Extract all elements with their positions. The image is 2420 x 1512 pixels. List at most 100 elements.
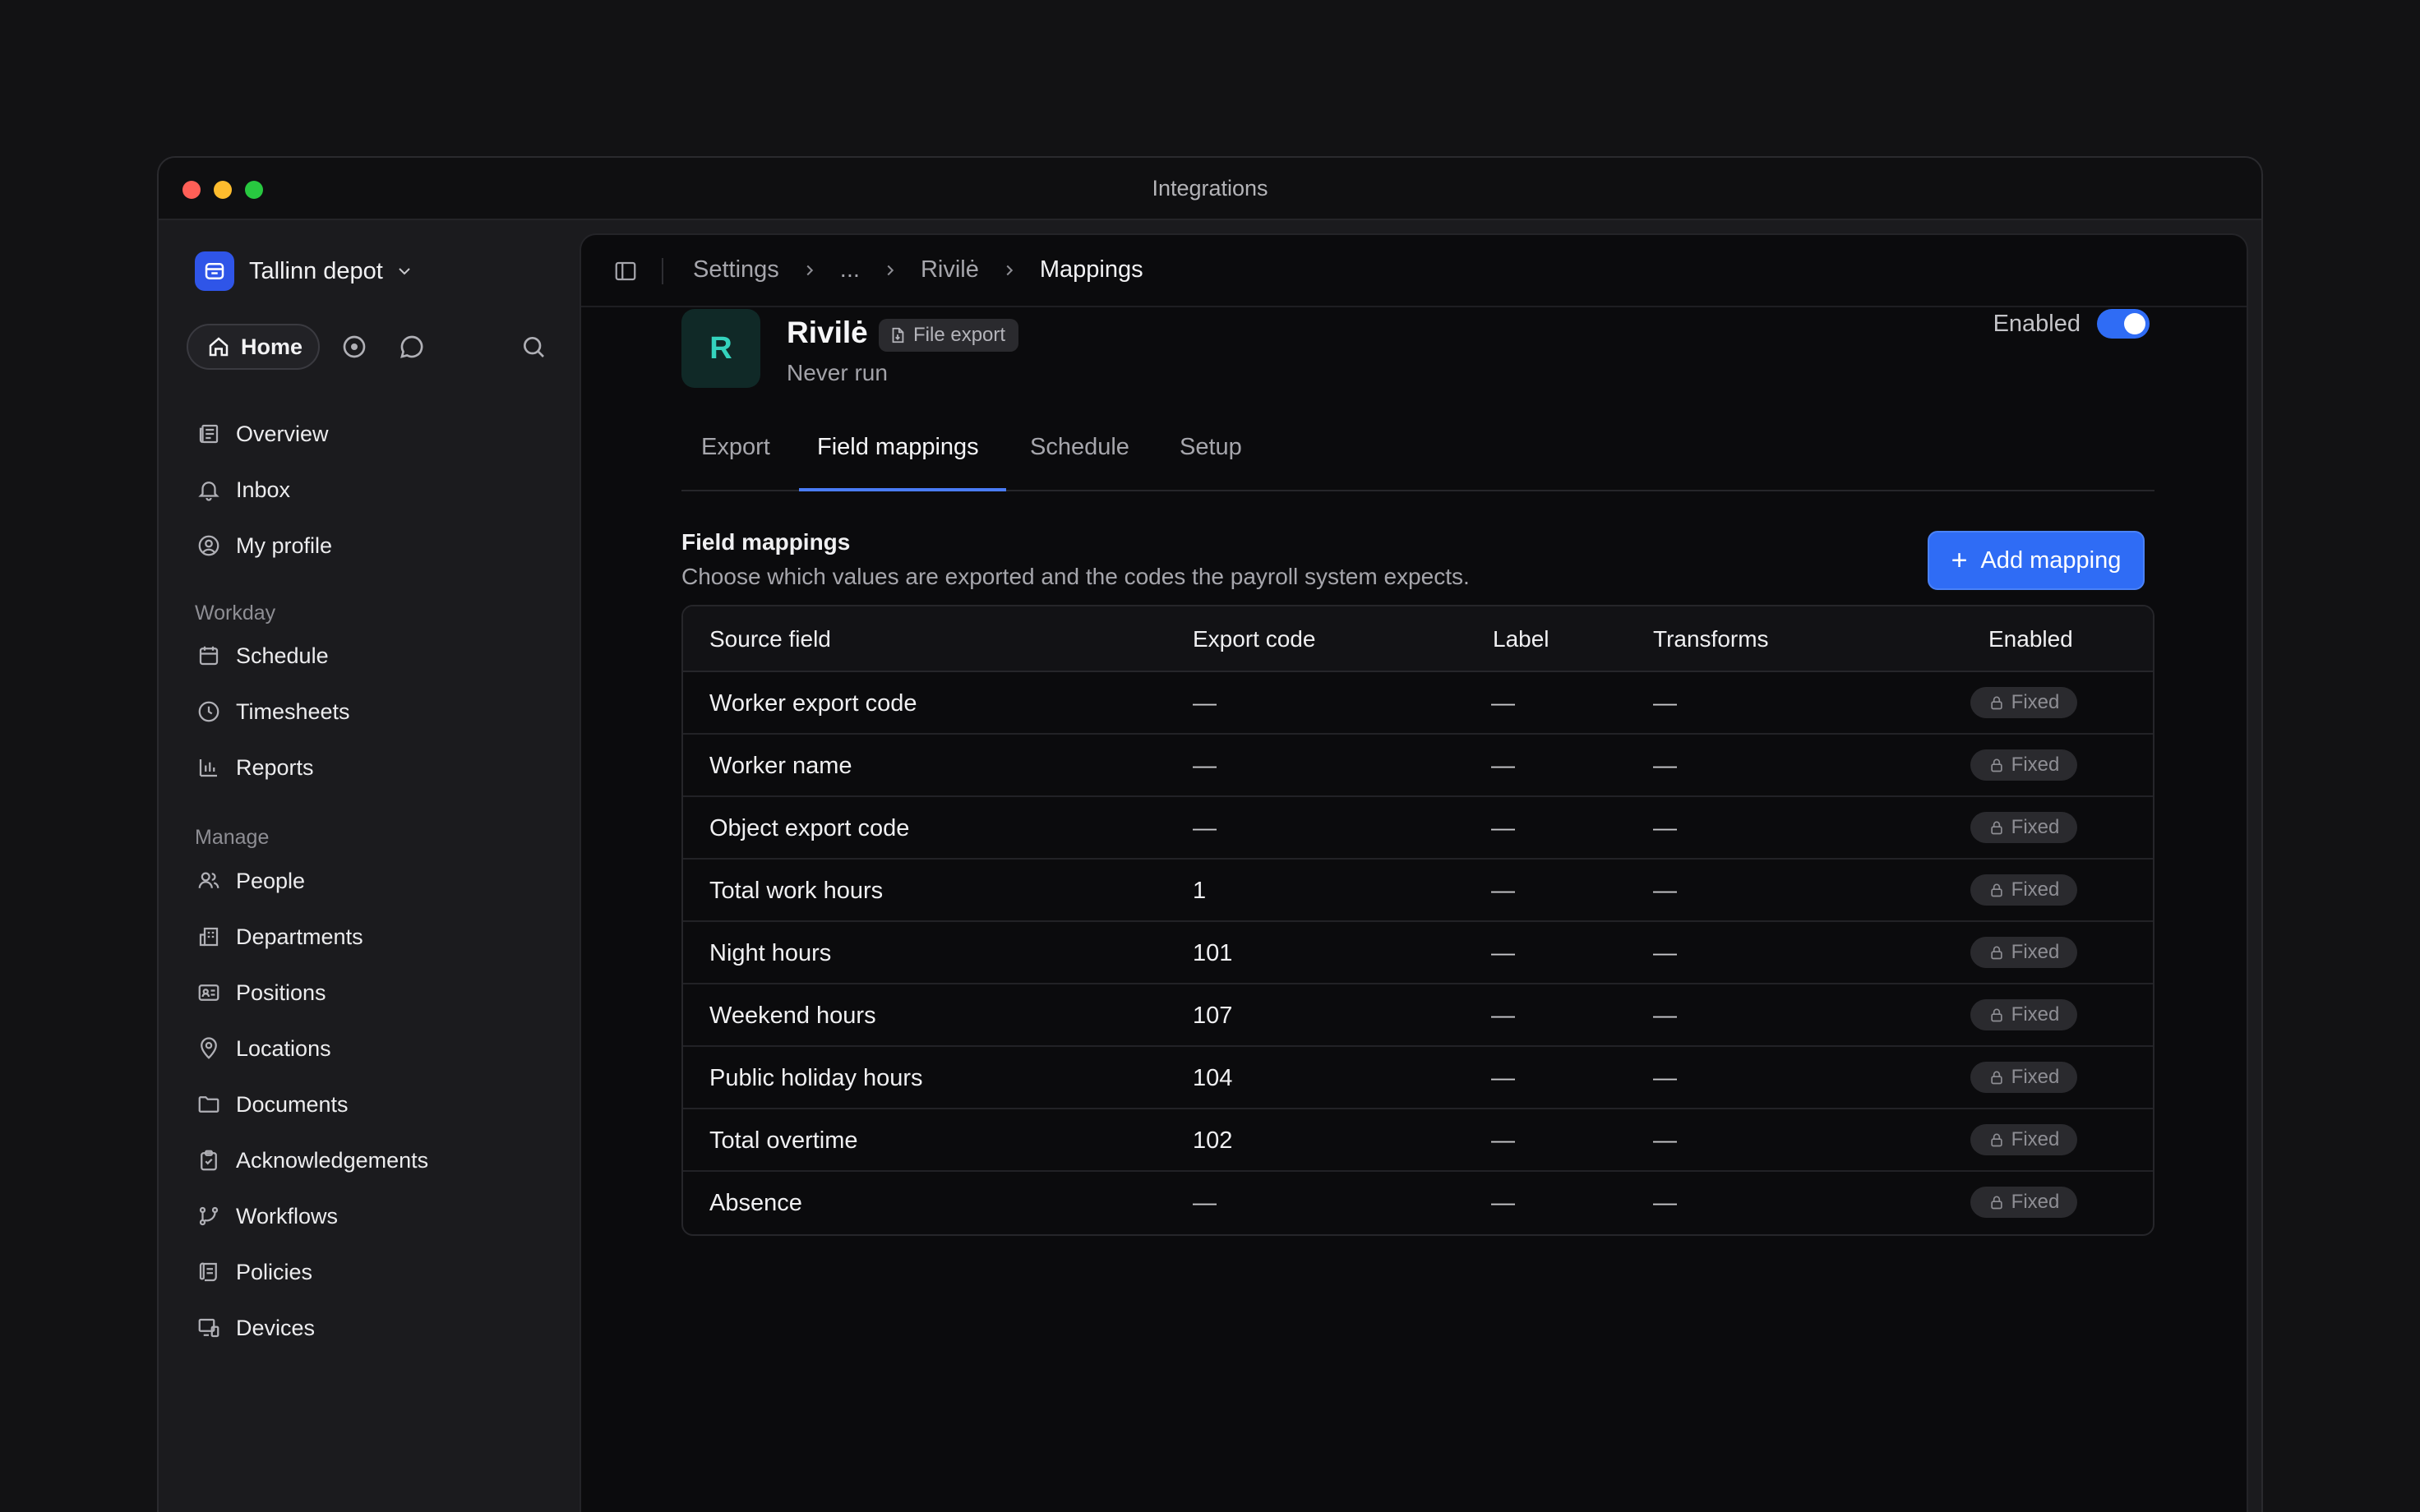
sidebar-item-acknowledgements[interactable]: Acknowledgements xyxy=(195,1141,428,1180)
sidebar-item-locations[interactable]: Locations xyxy=(195,1029,331,1068)
cell-source-field: Worker name xyxy=(709,753,852,779)
enabled-toggle[interactable] xyxy=(2097,309,2150,339)
table-row[interactable]: Worker export code — — — Fixed xyxy=(683,672,2153,735)
table-header: Source field Export code Label Transform… xyxy=(683,606,2153,672)
fixed-badge: Fixed xyxy=(1970,874,2077,906)
integration-type-badge: File export xyxy=(879,319,1019,352)
cell-transforms: — xyxy=(1653,878,1677,904)
cell-export-code: 104 xyxy=(1193,1065,1233,1091)
divider xyxy=(662,258,663,284)
breadcrumb: Settings ... Rivilė Mappings xyxy=(693,256,1143,284)
cell-label: — xyxy=(1491,1003,1515,1029)
clock-icon xyxy=(195,698,223,726)
sidebar-item-label: Departments xyxy=(236,924,363,949)
app-window: Integrations Tallinn depot Home Overview… xyxy=(157,156,2263,1512)
integration-header: R Rivilė File export Never run Enabled xyxy=(681,309,2247,408)
add-mapping-label: Add mapping xyxy=(1980,546,2122,574)
lock-icon xyxy=(1990,1133,2002,1147)
cell-source-field: Total overtime xyxy=(709,1127,858,1154)
section-heading-workday: Workday xyxy=(195,602,276,625)
fixed-label: Fixed xyxy=(2011,816,2060,838)
file-icon xyxy=(892,327,904,343)
mappings-table: Source field Export code Label Transform… xyxy=(681,605,2154,1236)
sidebar-item-label: People xyxy=(236,868,306,893)
section-title: Field mappings xyxy=(681,529,851,555)
chat-icon[interactable] xyxy=(397,332,427,362)
user-circle-icon xyxy=(195,532,223,560)
breadcrumb-bar: Settings ... Rivilė Mappings xyxy=(581,235,2247,307)
workspace-switcher[interactable]: Tallinn depot xyxy=(195,251,414,291)
chevron-right-icon xyxy=(881,261,899,279)
tab-export[interactable]: Export xyxy=(701,434,770,484)
table-row[interactable]: Night hours 101 — — Fixed xyxy=(683,922,2153,984)
lock-icon xyxy=(1990,1071,2002,1085)
column-header-transforms: Transforms xyxy=(1653,626,1769,652)
overview-icon xyxy=(195,420,223,448)
sidebar-item-positions[interactable]: Positions xyxy=(195,973,326,1012)
plus-icon: + xyxy=(1951,545,1968,576)
main-panel: Settings ... Rivilė Mappings R Rivilė Fi… xyxy=(580,233,2248,1512)
sidebar-item-label: Reports xyxy=(236,754,314,780)
table-row[interactable]: Total overtime 102 — — Fixed xyxy=(683,1109,2153,1172)
home-bar: Home xyxy=(187,324,548,370)
table-row[interactable]: Public holiday hours 104 — — Fixed xyxy=(683,1047,2153,1109)
home-button[interactable]: Home xyxy=(187,324,320,370)
fixed-label: Fixed xyxy=(2011,941,2060,963)
cell-label: — xyxy=(1491,940,1515,966)
enabled-label: Enabled xyxy=(1993,310,2081,337)
fixed-badge: Fixed xyxy=(1970,1124,2077,1155)
fixed-label: Fixed xyxy=(2011,1128,2060,1150)
search-icon[interactable] xyxy=(519,332,548,362)
table-row[interactable]: Total work hours 1 — — Fixed xyxy=(683,860,2153,922)
sidebar-item-inbox[interactable]: Inbox xyxy=(195,470,290,509)
sidebar-item-departments[interactable]: Departments xyxy=(195,917,363,957)
sidebar-item-devices[interactable]: Devices xyxy=(195,1308,315,1348)
table-row[interactable]: Absence — — — Fixed xyxy=(683,1172,2153,1234)
table-row[interactable]: Worker name — — — Fixed xyxy=(683,735,2153,797)
breadcrumb-mappings: Mappings xyxy=(1039,256,1143,283)
sidebar-item-schedule[interactable]: Schedule xyxy=(195,636,329,675)
sidebar-item-reports[interactable]: Reports xyxy=(195,748,314,787)
cell-source-field: Night hours xyxy=(709,940,832,966)
column-header-label: Label xyxy=(1493,626,1549,652)
cell-export-code: 102 xyxy=(1193,1127,1233,1154)
section-description: Choose which values are exported and the… xyxy=(681,564,1470,589)
fixed-label: Fixed xyxy=(2011,691,2060,713)
table-row[interactable]: Object export code — — — Fixed xyxy=(683,797,2153,860)
table-row[interactable]: Weekend hours 107 — — Fixed xyxy=(683,984,2153,1047)
sidebar-item-overview[interactable]: Overview xyxy=(195,414,329,454)
home-icon xyxy=(209,337,229,357)
sidebar-item-documents[interactable]: Documents xyxy=(195,1085,349,1124)
activity-icon[interactable] xyxy=(339,332,369,362)
people-icon xyxy=(195,867,223,895)
devices-icon xyxy=(195,1314,223,1342)
add-mapping-button[interactable]: + Add mapping xyxy=(1928,531,2145,590)
fixed-badge: Fixed xyxy=(1970,812,2077,843)
tab-schedule[interactable]: Schedule xyxy=(1030,434,1129,484)
cell-export-code: — xyxy=(1193,753,1217,779)
tab-setup[interactable]: Setup xyxy=(1180,434,1242,484)
sidebar-item-my-profile[interactable]: My profile xyxy=(195,526,332,565)
sidebar-item-timesheets[interactable]: Timesheets xyxy=(195,692,350,731)
sidebar-item-people[interactable]: People xyxy=(195,861,305,901)
sidebar-item-policies[interactable]: Policies xyxy=(195,1252,312,1292)
sidebar-item-label: Inbox xyxy=(236,477,291,502)
fixed-label: Fixed xyxy=(2011,1003,2060,1026)
clipboard-check-icon xyxy=(195,1146,223,1174)
breadcrumb-ellipsis[interactable]: ... xyxy=(840,256,860,284)
sidebar-item-label: Overview xyxy=(236,421,329,446)
cell-export-code: — xyxy=(1193,690,1217,717)
sidebar-item-label: Documents xyxy=(236,1091,349,1117)
fixed-label: Fixed xyxy=(2011,754,2060,776)
lock-icon xyxy=(1990,696,2002,710)
tab-field-mappings[interactable]: Field mappings xyxy=(817,434,979,484)
sidebar-item-label: Workflows xyxy=(236,1203,339,1228)
sidebar-item-workflows[interactable]: Workflows xyxy=(195,1196,338,1236)
breadcrumb-rivile[interactable]: Rivilė xyxy=(921,256,979,284)
lock-icon xyxy=(1990,758,2002,772)
breadcrumb-settings[interactable]: Settings xyxy=(693,256,779,284)
cell-source-field: Absence xyxy=(709,1190,802,1216)
map-pin-icon xyxy=(195,1035,223,1063)
sidebar-toggle-icon[interactable] xyxy=(611,256,640,286)
cell-transforms: — xyxy=(1653,940,1677,966)
